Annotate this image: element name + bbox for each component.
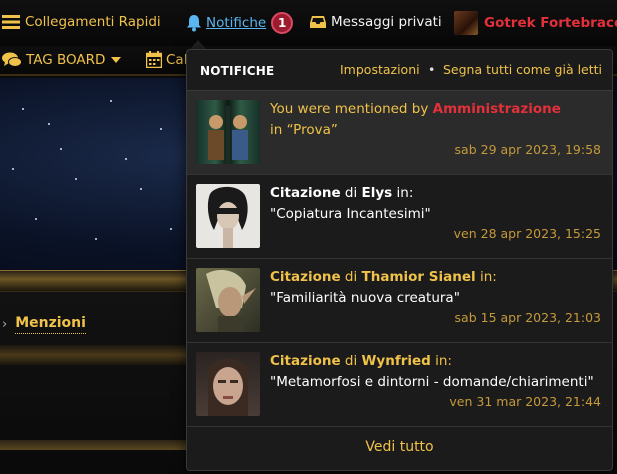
quick-links-menu[interactable]: Collegamenti Rapidi bbox=[2, 14, 161, 30]
notification-topic: "Copiatura Incantesimi" bbox=[270, 206, 431, 222]
notification-timestamp: sab 29 apr 2023, 19:58 bbox=[454, 142, 601, 157]
user-menu[interactable]: Gotrek Fortebraccio bbox=[454, 11, 617, 35]
notifications-label: Notifiche bbox=[206, 15, 267, 31]
notifications-count-badge: 1 bbox=[271, 12, 294, 34]
notification-kind: Citazione bbox=[270, 269, 341, 285]
notification-item[interactable]: Citazione di Thamior Sianel in: "Familia… bbox=[187, 259, 612, 343]
notification-kind: Citazione bbox=[270, 185, 341, 201]
private-messages-label: Messaggi privati bbox=[331, 14, 442, 30]
notification-item[interactable]: Citazione di Elys in: "Copiatura Incante… bbox=[187, 175, 612, 259]
chevron-right-icon: › bbox=[2, 317, 8, 332]
notification-avatar bbox=[196, 100, 260, 164]
calendar-icon bbox=[146, 51, 162, 68]
private-messages-link[interactable]: Messaggi privati bbox=[310, 14, 442, 30]
notification-text: Citazione di Thamior Sianel in: bbox=[270, 269, 497, 285]
notifications-toggle[interactable]: Notifiche 1 bbox=[186, 12, 294, 34]
notification-settings-link[interactable]: Impostazioni bbox=[340, 62, 420, 77]
tag-board-menu[interactable]: TAG BOARD bbox=[2, 52, 122, 68]
bell-icon bbox=[187, 15, 201, 32]
notification-text: Citazione di Elys in: bbox=[270, 185, 413, 201]
top-navbar: Collegamenti Rapidi Notifiche 1 Messaggi… bbox=[0, 0, 617, 46]
notification-topic: "Metamorfosi e dintorni - domande/chiari… bbox=[270, 374, 594, 390]
dropdown-pointer bbox=[190, 40, 206, 49]
notification-timestamp: ven 28 apr 2023, 15:25 bbox=[453, 226, 601, 241]
inbox-icon bbox=[310, 16, 326, 28]
notifications-dropdown: NOTIFICHE Impostazioni • Segna tutti com… bbox=[186, 49, 613, 471]
notification-suffix: in: bbox=[430, 353, 452, 369]
view-all-link[interactable]: Vedi tutto bbox=[365, 439, 433, 455]
notification-avatar bbox=[196, 268, 260, 332]
user-avatar bbox=[454, 11, 478, 35]
decorative-bar bbox=[0, 440, 187, 450]
dropdown-title: NOTIFICHE bbox=[200, 64, 275, 78]
notification-kind: Citazione bbox=[270, 353, 341, 369]
notification-topic: "Familiarità nuova creatura" bbox=[270, 290, 460, 306]
notification-connector: di bbox=[340, 185, 362, 201]
breadcrumb: › Menzioni bbox=[0, 315, 86, 334]
hamburger-icon bbox=[2, 15, 20, 29]
notification-actor: Thamior Sianel bbox=[361, 269, 476, 285]
tag-board-label: TAG BOARD bbox=[26, 52, 106, 68]
notification-actor: Amministrazione bbox=[432, 101, 561, 117]
chevron-down-icon bbox=[111, 57, 122, 63]
avatar-portrait-icon bbox=[206, 270, 256, 332]
decorative-bar bbox=[0, 345, 187, 365]
notification-topic: in “Prova” bbox=[270, 122, 338, 138]
notification-connector: di bbox=[340, 269, 362, 285]
notification-prefix: You were mentioned by bbox=[270, 101, 433, 117]
notification-avatar bbox=[196, 184, 260, 248]
avatar-figures-icon bbox=[208, 106, 248, 164]
notification-suffix: in: bbox=[392, 185, 414, 201]
notification-avatar bbox=[196, 352, 260, 416]
dropdown-footer: Vedi tutto bbox=[187, 424, 612, 470]
dropdown-header: NOTIFICHE Impostazioni • Segna tutti com… bbox=[187, 50, 612, 91]
username: Gotrek Fortebraccio bbox=[484, 15, 617, 31]
notification-item[interactable]: Citazione di Wynfried in: "Metamorfosi e… bbox=[187, 343, 612, 427]
notification-timestamp: sab 15 apr 2023, 21:03 bbox=[454, 310, 601, 325]
avatar-portrait-icon bbox=[208, 358, 248, 416]
breadcrumb-mentions-link[interactable]: Menzioni bbox=[15, 315, 86, 334]
separator-dot: • bbox=[428, 62, 436, 77]
notification-actor: Elys bbox=[361, 185, 393, 201]
notification-timestamp: ven 31 mar 2023, 21:44 bbox=[449, 394, 601, 409]
notification-suffix: in: bbox=[475, 269, 497, 285]
mark-all-read-link[interactable]: Segna tutti come già letti bbox=[443, 62, 602, 77]
quick-links-label: Collegamenti Rapidi bbox=[25, 14, 161, 30]
notification-text: Citazione di Wynfried in: bbox=[270, 353, 452, 369]
notification-actor: Wynfried bbox=[361, 353, 431, 369]
notification-item[interactable]: You were mentioned by Amministrazione in… bbox=[187, 91, 612, 175]
notification-text: You were mentioned by Amministrazione bbox=[270, 101, 561, 117]
notification-connector: di bbox=[340, 353, 362, 369]
avatar-portrait-icon bbox=[207, 186, 248, 248]
chat-bubbles-icon bbox=[2, 52, 22, 67]
